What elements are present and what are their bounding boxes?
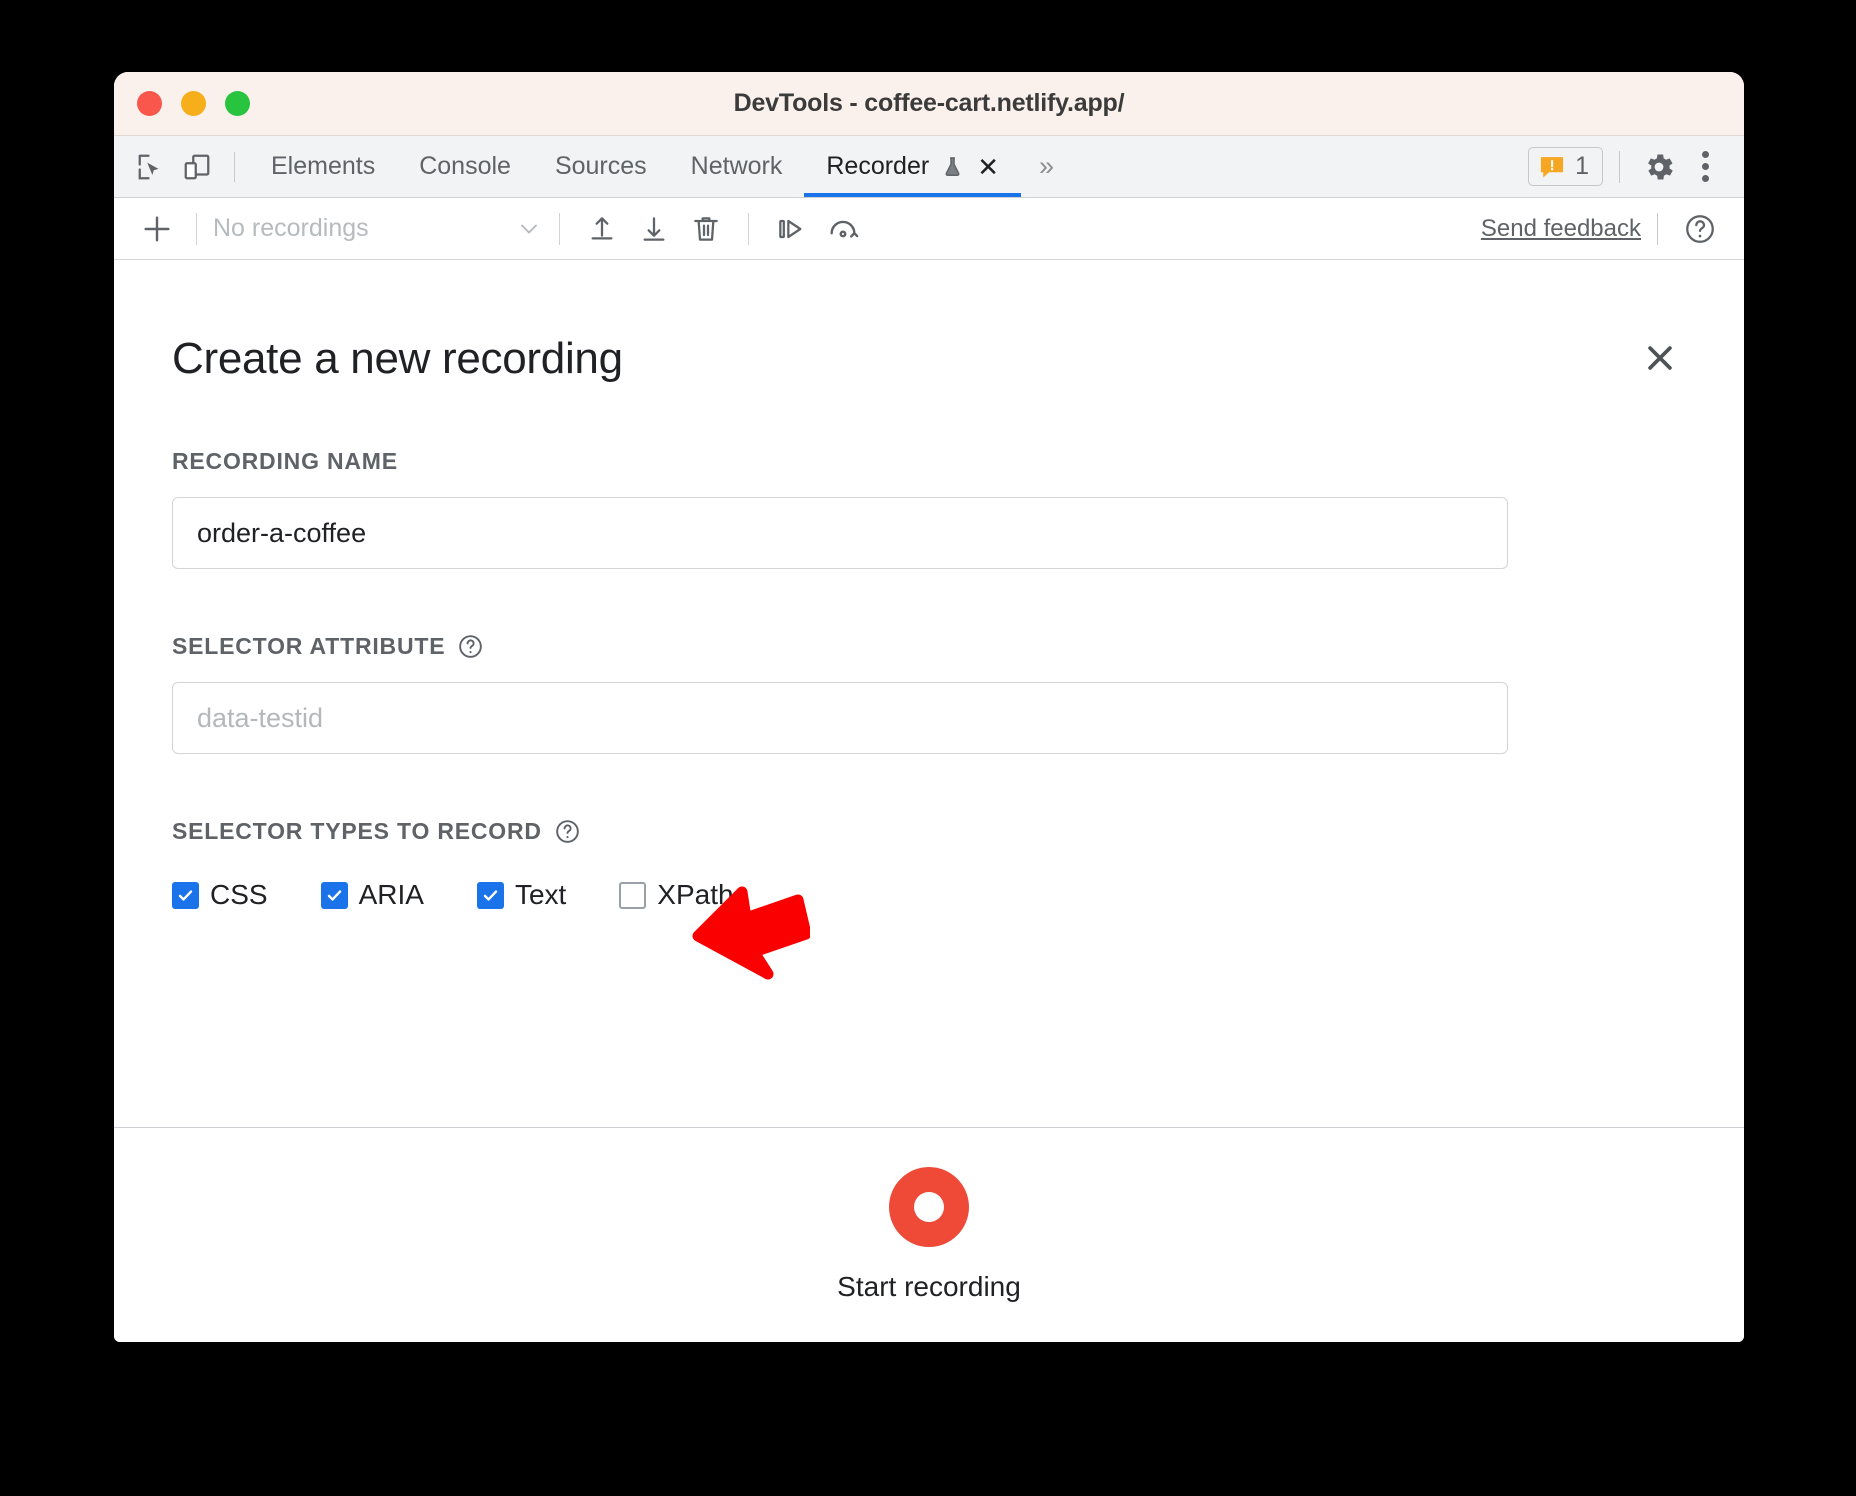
tab-network[interactable]: Network [669, 136, 805, 197]
selector-types-label: SELECTOR TYPES TO RECORD [172, 818, 1686, 845]
window-titlebar: DevTools - coffee-cart.netlify.app/ [114, 72, 1744, 136]
tab-console[interactable]: Console [397, 136, 533, 197]
kebab-menu-icon[interactable] [1682, 144, 1728, 190]
window-title: DevTools - coffee-cart.netlify.app/ [114, 89, 1744, 118]
devtools-window: DevTools - coffee-cart.netlify.app/ [114, 72, 1744, 1342]
warning-count: 1 [1575, 152, 1589, 181]
tab-network-label: Network [691, 152, 783, 181]
recorder-toolbar: No recordings [114, 198, 1744, 260]
warning-icon [1538, 153, 1566, 181]
checkbox-aria-label: ARIA [359, 879, 424, 911]
devtools-tabbar: Elements Console Sources Network Recorde… [114, 136, 1744, 198]
tabbar-divider [1619, 151, 1620, 183]
start-recording-label: Start recording [837, 1271, 1021, 1303]
checkbox-css-label: CSS [210, 879, 268, 911]
selector-types-group: SELECTOR TYPES TO RECORD [172, 818, 1686, 911]
recordings-dropdown[interactable]: No recordings [213, 214, 543, 243]
toolbar-divider-3 [748, 213, 749, 245]
checkbox-aria-box[interactable] [321, 882, 348, 909]
recording-name-input[interactable] [172, 497, 1508, 569]
inspect-element-icon[interactable] [128, 144, 174, 190]
import-recording-icon[interactable] [576, 206, 628, 252]
delete-recording-icon[interactable] [680, 206, 732, 252]
checkbox-xpath[interactable]: XPath [619, 879, 733, 911]
selector-attribute-input[interactable] [172, 682, 1508, 754]
recordings-dropdown-label: No recordings [213, 214, 515, 243]
selector-attribute-group: SELECTOR ATTRIBUTE [172, 633, 1686, 754]
tab-sources-label: Sources [555, 152, 647, 181]
checkbox-css-box[interactable] [172, 882, 199, 909]
selector-attribute-label: SELECTOR ATTRIBUTE [172, 633, 1686, 660]
checkbox-aria[interactable]: ARIA [321, 879, 424, 911]
tab-list: Elements Console Sources Network Recorde… [249, 136, 1069, 197]
checkbox-xpath-label: XPath [657, 879, 733, 911]
selector-attribute-help-icon[interactable] [457, 633, 484, 660]
screenshot-root: DevTools - coffee-cart.netlify.app/ [0, 0, 1856, 1496]
tab-recorder-label: Recorder [826, 152, 929, 181]
recording-name-group: RECORDING NAME [172, 448, 1686, 569]
tab-elements[interactable]: Elements [249, 136, 397, 197]
create-recording-panel: Create a new recording RECORDING NAME SE… [114, 260, 1744, 1342]
recorder-toolbar-right: Send feedback [1481, 206, 1726, 252]
gear-icon[interactable] [1636, 144, 1682, 190]
close-panel-button[interactable] [1638, 336, 1682, 380]
more-tabs-icon[interactable]: » [1021, 151, 1069, 182]
experiment-flask-icon [940, 155, 964, 179]
checkbox-text-label: Text [515, 879, 566, 911]
add-recording-button[interactable] [134, 206, 180, 252]
tab-recorder-close-icon[interactable]: ✕ [977, 154, 999, 180]
tab-elements-label: Elements [271, 152, 375, 181]
start-recording-button[interactable] [889, 1167, 969, 1247]
recording-name-label-text: RECORDING NAME [172, 448, 398, 475]
export-recording-icon[interactable] [628, 206, 680, 252]
device-toolbar-icon[interactable] [174, 144, 220, 190]
selector-types-help-icon[interactable] [554, 818, 581, 845]
tab-sources[interactable]: Sources [533, 136, 669, 197]
toolbar-divider-1 [196, 213, 197, 245]
send-feedback-link[interactable]: Send feedback [1481, 215, 1641, 243]
checkbox-text-box[interactable] [477, 882, 504, 909]
tab-recorder[interactable]: Recorder ✕ [804, 136, 1021, 197]
replay-speed-icon[interactable] [817, 206, 869, 252]
recording-name-label: RECORDING NAME [172, 448, 1686, 475]
tab-console-label: Console [419, 152, 511, 181]
tabbar-actions: 1 [1528, 144, 1744, 190]
create-recording-form: Create a new recording RECORDING NAME SE… [114, 260, 1744, 1127]
toolbar-divider-2 [559, 213, 560, 245]
page-title: Create a new recording [172, 334, 1686, 384]
warning-badge[interactable]: 1 [1528, 147, 1603, 186]
selector-types-checkboxes: CSS ARIA Text [172, 879, 1686, 911]
checkbox-text[interactable]: Text [477, 879, 566, 911]
chevron-down-icon [515, 215, 543, 243]
help-icon[interactable] [1674, 206, 1726, 252]
toolbar-divider [234, 152, 235, 182]
selector-attribute-label-text: SELECTOR ATTRIBUTE [172, 633, 445, 660]
panel-footer: Start recording [114, 1127, 1744, 1342]
replay-step-icon[interactable] [765, 206, 817, 252]
checkbox-css[interactable]: CSS [172, 879, 268, 911]
selector-types-label-text: SELECTOR TYPES TO RECORD [172, 818, 542, 845]
toolbar-divider-4 [1657, 213, 1658, 245]
checkbox-xpath-box[interactable] [619, 882, 646, 909]
